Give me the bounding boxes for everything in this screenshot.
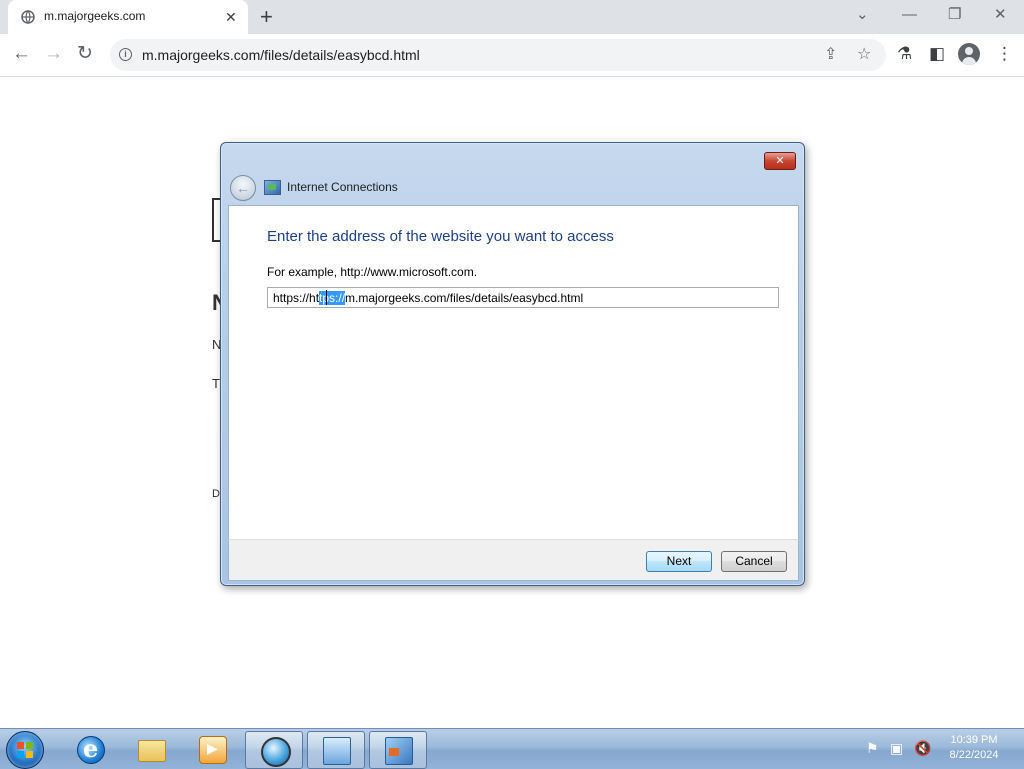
page-text-fragment: T: [212, 376, 220, 391]
system-clock[interactable]: 10:39 PM 8/22/2024: [940, 733, 1008, 763]
internet-explorer-icon: [77, 734, 105, 764]
browser-toolbar: ← → ↻ i m.majorgeeks.com/files/details/e…: [0, 34, 1024, 77]
tab-strip: m.majorgeeks.com ✕ + ⌄ — ❐ ✕: [0, 0, 1024, 34]
input-text-selection: tps://: [319, 291, 346, 305]
extension-icon[interactable]: ⚗: [897, 44, 912, 64]
site-info-icon[interactable]: i: [119, 48, 132, 61]
internet-connections-icon: [385, 737, 413, 765]
network-connections-icon: [323, 737, 351, 765]
taskbar-windows-explorer[interactable]: [123, 731, 179, 767]
tab-search-icon[interactable]: ⌄: [856, 6, 869, 24]
menu-kebab-icon[interactable]: ⋮: [996, 44, 1013, 64]
media-player-icon: [199, 736, 227, 764]
dialog-close-button[interactable]: ✕: [764, 152, 796, 170]
action-center-flag-icon[interactable]: ⚑: [866, 740, 879, 756]
address-bar-url[interactable]: m.majorgeeks.com/files/details/easybcd.h…: [142, 47, 420, 63]
clock-time: 10:39 PM: [950, 734, 998, 746]
text-cursor: [326, 290, 327, 305]
wizard-back-button[interactable]: ←: [230, 175, 256, 201]
start-button[interactable]: [6, 731, 44, 769]
dialog-footer: Next Cancel: [228, 539, 799, 581]
cancel-button[interactable]: Cancel: [721, 551, 787, 572]
new-tab-button[interactable]: +: [260, 5, 273, 29]
minimize-button[interactable]: —: [902, 6, 917, 24]
page-text-fragment: D: [212, 488, 220, 500]
internet-connections-dialog: ✕ ← Internet Connections Enter the addre…: [220, 142, 805, 586]
dialog-title: Internet Connections: [287, 180, 398, 194]
network-icon: [264, 180, 281, 195]
share-icon[interactable]: ⇪: [824, 46, 837, 64]
side-panel-icon[interactable]: ◧: [929, 44, 945, 64]
volume-muted-icon[interactable]: 🔇: [914, 740, 931, 756]
taskbar-internet-explorer[interactable]: [62, 731, 118, 767]
profile-avatar-icon[interactable]: [958, 43, 980, 65]
next-button[interactable]: Next: [646, 551, 712, 572]
input-text-after: m.majorgeeks.com/files/details/easybcd.h…: [345, 291, 584, 305]
browser-tab[interactable]: m.majorgeeks.com ✕: [8, 0, 248, 34]
network-tray-icon[interactable]: ▣: [890, 740, 903, 756]
taskbar-media-player[interactable]: [184, 731, 240, 767]
browser-icon: [261, 737, 291, 767]
dialog-content: Enter the address of the website you wan…: [228, 205, 799, 540]
website-address-value[interactable]: https://https://m.majorgeeks.com/files/d…: [273, 291, 583, 305]
website-address-input[interactable]: https://https://m.majorgeeks.com/files/d…: [267, 287, 779, 308]
forward-arrow-icon[interactable]: →: [44, 44, 63, 64]
taskbar-network-connections[interactable]: [307, 731, 365, 769]
clock-date: 8/22/2024: [949, 749, 999, 761]
back-arrow-icon[interactable]: ←: [12, 44, 31, 64]
globe-icon: [21, 10, 35, 24]
close-window-button[interactable]: ✕: [994, 6, 1007, 24]
example-label: For example, http://www.microsoft.com.: [267, 265, 478, 279]
restore-button[interactable]: ❐: [948, 6, 961, 24]
tab-close-icon[interactable]: ✕: [225, 9, 237, 25]
input-text-before: https://ht: [273, 291, 320, 305]
taskbar: ⚑ ▣ 🔇 10:39 PM 8/22/2024: [0, 728, 1024, 769]
bookmark-star-icon[interactable]: ☆: [857, 46, 871, 64]
folder-icon: [138, 740, 166, 762]
address-bar[interactable]: i m.majorgeeks.com/files/details/easybcd…: [110, 39, 886, 71]
taskbar-browser[interactable]: [245, 731, 303, 769]
tab-title: m.majorgeeks.com: [44, 9, 146, 23]
dialog-heading: Enter the address of the website you wan…: [267, 228, 614, 245]
taskbar-internet-connections[interactable]: [369, 731, 427, 769]
reload-icon[interactable]: ↻: [77, 44, 93, 64]
